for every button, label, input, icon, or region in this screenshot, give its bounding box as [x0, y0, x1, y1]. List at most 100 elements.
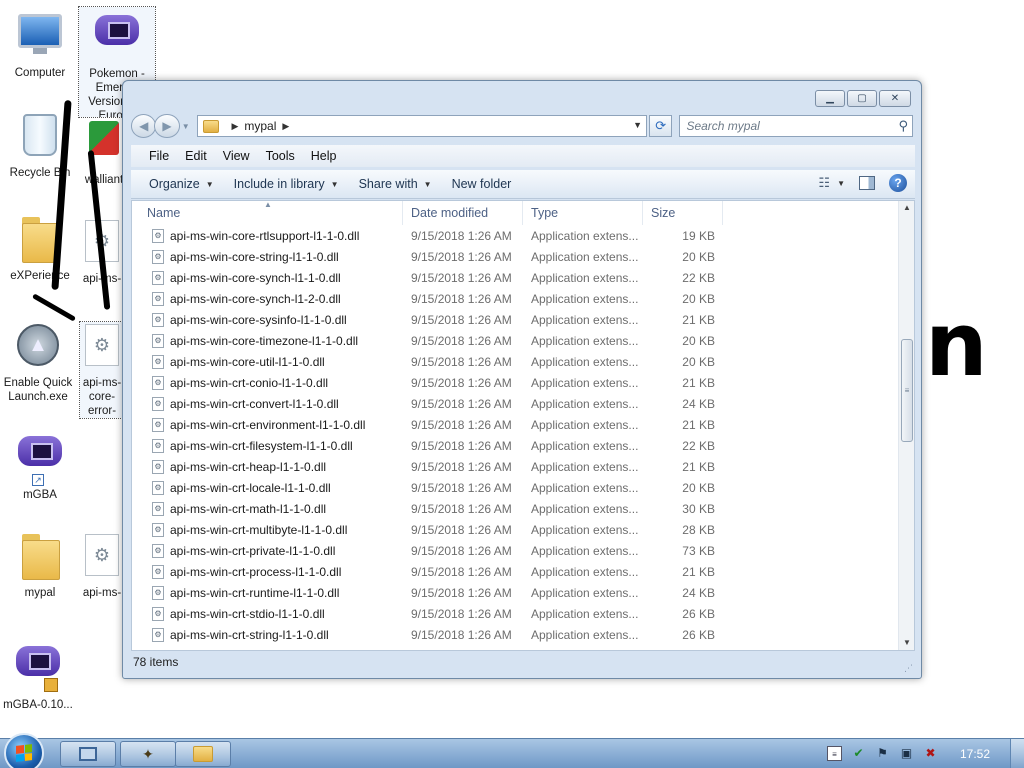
file-row[interactable]: ⚙ api-ms-win-crt-runtime-l1-1-0.dll 9/15/2… [132, 582, 900, 603]
file-size: 21 KB [682, 564, 715, 579]
help-icon[interactable]: ? [889, 174, 907, 192]
file-type: Application extens... [531, 627, 639, 642]
file-size: 20 KB [682, 291, 715, 306]
file-row[interactable]: ⚙ api-ms-win-core-synch-l1-2-0.dll 9/15/20… [132, 288, 900, 309]
file-name-cell: ⚙ api-ms-win-crt-locale-l1-1-0.dll [132, 480, 403, 495]
menu-edit[interactable]: Edit [177, 149, 215, 163]
minimize-button[interactable]: ▁ [815, 90, 845, 107]
file-row[interactable]: ⚙ api-ms-win-crt-string-l1-1-0.dll 9/15/20… [132, 624, 900, 645]
new-folder-button[interactable]: New folder [442, 177, 522, 191]
preview-pane-button[interactable] [859, 176, 875, 190]
scroll-up-arrow[interactable]: ▲ [899, 201, 914, 215]
show-desktop-button[interactable] [1010, 739, 1024, 768]
search-icon[interactable]: ⚲ [898, 118, 908, 134]
search-input[interactable] [680, 116, 891, 136]
close-button[interactable]: ✕ [879, 90, 911, 107]
shortcut-arrow-icon: ↗ [32, 474, 44, 486]
file-row[interactable]: ⚙ api-ms-win-core-timezone-l1-1-0.dll 9/15… [132, 330, 900, 351]
taskbar-app[interactable]: ✦ [120, 741, 176, 767]
scroll-down-arrow[interactable]: ▼ [899, 636, 914, 650]
menu-tools[interactable]: Tools [258, 149, 303, 163]
column-header-type[interactable]: Type [523, 201, 643, 225]
address-bar[interactable]: ▶ mypal ▶ ▼ [197, 115, 648, 137]
file-row[interactable]: ⚙ api-ms-win-crt-locale-l1-1-0.dll 9/15/20… [132, 477, 900, 498]
address-history-dropdown[interactable]: ▼ [633, 120, 642, 130]
file-size: 26 KB [682, 606, 715, 621]
organize-button[interactable]: Organize ▼ [139, 177, 224, 191]
network-icon[interactable]: ▣ [899, 746, 914, 761]
file-size: 21 KB [682, 312, 715, 327]
scroll-thumb[interactable]: ≡ [901, 339, 913, 442]
file-row[interactable]: ⚙ api-ms-win-crt-heap-l1-1-0.dll 9/15/2018… [132, 456, 900, 477]
breadcrumb-separator-icon[interactable]: ▶ [282, 121, 289, 132]
share-with-button[interactable]: Share with ▼ [349, 177, 442, 191]
start-button[interactable] [4, 733, 44, 768]
action-center-flag-icon[interactable]: ⚑ [875, 746, 890, 761]
file-size: 73 KB [682, 543, 715, 558]
refresh-button[interactable]: ⟳ [649, 115, 673, 137]
dll-file-icon: ⚙ [152, 396, 164, 411]
file-size: 20 KB [682, 354, 715, 369]
file-row[interactable]: ⚙ api-ms-win-crt-multibyte-l1-1-0.dll 9/15… [132, 519, 900, 540]
recent-pages-dropdown[interactable]: ▼ [182, 122, 192, 131]
chevron-down-icon: ▼ [423, 179, 432, 189]
file-row[interactable]: ⚙ api-ms-win-core-synch-l1-1-0.dll 9/15/20… [132, 267, 900, 288]
clock[interactable]: 17:52 [960, 747, 990, 761]
desktop-icon-mgba[interactable]: ↗ mGBA [2, 428, 78, 502]
control-panel-icon [79, 747, 97, 761]
file-type: Application extens... [531, 291, 639, 306]
file-name: api-ms-win-core-rtlsupport-l1-1-0.dll [170, 228, 360, 243]
dll-file-icon: ⚙ [152, 333, 164, 348]
file-row[interactable]: ⚙ api-ms-win-crt-math-l1-1-0.dll 9/15/2018… [132, 498, 900, 519]
resize-grip-icon[interactable]: ⋰ [904, 658, 913, 678]
file-row[interactable]: ⚙ api-ms-win-crt-stdio-l1-1-0.dll 9/15/201… [132, 603, 900, 624]
breadcrumb-mypal[interactable]: mypal [244, 119, 276, 133]
taskbar-control-panel[interactable] [60, 741, 116, 767]
desktop-icon-mypal[interactable]: mypal [2, 532, 78, 600]
tray-security-icon[interactable]: ✔ [851, 746, 866, 761]
file-name: api-ms-win-crt-runtime-l1-1-0.dll [170, 585, 340, 600]
file-type: Application extens... [531, 249, 639, 264]
file-row[interactable]: ⚙ api-ms-win-crt-process-l1-1-0.dll 9/15/2… [132, 561, 900, 582]
file-name: api-ms-win-core-timezone-l1-1-0.dll [170, 333, 359, 348]
menu-view[interactable]: View [215, 149, 258, 163]
desktop-icon-api-ms-core-error[interactable]: ⚙ api-ms-core-error-ling-l1-... [79, 321, 125, 419]
include-in-library-button[interactable]: Include in library ▼ [224, 177, 349, 191]
file-row[interactable]: ⚙ api-ms-win-crt-convert-l1-1-0.dll 9/15/2… [132, 393, 900, 414]
file-row[interactable]: ⚙ api-ms-win-core-sysinfo-l1-1-0.dll 9/15/… [132, 309, 900, 330]
column-header-size[interactable]: Size [643, 201, 723, 225]
breadcrumb-separator-icon[interactable]: ▶ [231, 121, 238, 132]
search-box[interactable]: ⚲ [679, 115, 914, 137]
file-row[interactable]: ⚙ api-ms-win-crt-filesystem-l1-1-0.dll 9/1… [132, 435, 900, 456]
file-row[interactable]: ⚙ api-ms-win-crt-environment-l1-1-0.dll 9/… [132, 414, 900, 435]
vertical-scrollbar[interactable]: ▲ ≡ ▼ [898, 201, 914, 650]
desktop-icon-enable-quick-launch[interactable]: ▲ Enable Quick Launch.exe [0, 322, 76, 404]
maximize-button[interactable]: ▢ [847, 90, 877, 107]
column-header-name[interactable]: ▲ Name [132, 201, 403, 225]
desktop-icon-computer[interactable]: Computer [2, 10, 78, 80]
file-row[interactable]: ⚙ api-ms-win-crt-private-l1-1-0.dll 9/15/2… [132, 540, 900, 561]
file-type: Application extens... [531, 354, 639, 369]
file-row[interactable]: ⚙ api-ms-win-core-util-l1-1-0.dll 9/15/201… [132, 351, 900, 372]
desktop-icon-api-ms-2[interactable]: ⚙ api-ms- [80, 532, 124, 600]
file-row[interactable]: ⚙ api-ms-win-core-string-l1-1-0.dll 9/15/2… [132, 246, 900, 267]
volume-muted-icon[interactable]: ✖ [923, 746, 938, 761]
forward-button[interactable]: ▶ [154, 114, 180, 138]
tray-document-icon[interactable]: ≡ [827, 746, 842, 761]
change-view-button[interactable]: ☷ ▼ [818, 175, 845, 191]
menu-file[interactable]: File [141, 149, 177, 163]
file-row[interactable]: ⚙ api-ms-win-core-rtlsupport-l1-1-0.dll 9/… [132, 225, 900, 246]
refresh-icon: ⟳ [655, 118, 667, 133]
dll-file-icon: ⚙ [152, 564, 164, 579]
taskbar-explorer[interactable] [175, 741, 231, 767]
back-button[interactable]: ◀ [131, 114, 157, 138]
file-date: 9/15/2018 1:26 AM [411, 249, 512, 264]
dll-file-icon: ⚙ [152, 312, 164, 327]
desktop-icon-mgba-archive[interactable]: mGBA-0.10... [0, 638, 76, 712]
file-name: api-ms-win-crt-stdio-l1-1-0.dll [170, 606, 325, 621]
file-name-cell: ⚙ api-ms-win-crt-string-l1-1-0.dll [132, 627, 403, 642]
file-row[interactable]: ⚙ api-ms-win-crt-conio-l1-1-0.dll 9/15/201… [132, 372, 900, 393]
menu-help[interactable]: Help [303, 149, 345, 163]
column-header-date[interactable]: Date modified [403, 201, 523, 225]
desktop-icon-experience[interactable]: eXPerience [2, 215, 78, 283]
